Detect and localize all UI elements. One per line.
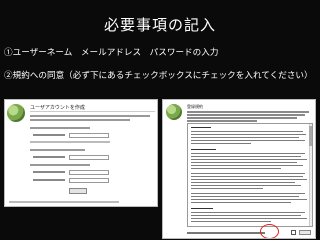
terms-line bbox=[191, 143, 251, 145]
description-line bbox=[30, 115, 150, 117]
terms-heading bbox=[191, 149, 216, 151]
agree-submit-button[interactable] bbox=[299, 230, 311, 235]
terms-line bbox=[191, 182, 295, 184]
step-2-text: ②規約への同意（必ず下にあるチェックボックスにチェックを入れてください） bbox=[4, 71, 313, 81]
terms-line bbox=[191, 176, 303, 178]
terms-heading bbox=[191, 127, 211, 129]
terms-line bbox=[191, 153, 305, 155]
terms-line bbox=[191, 179, 307, 181]
agree-checkbox[interactable] bbox=[291, 230, 296, 235]
intro-line bbox=[187, 114, 305, 116]
username-input[interactable] bbox=[69, 133, 109, 138]
checkbox-highlight-circle bbox=[260, 224, 279, 238]
account-form-screenshot: ユーザアカウントを作成 bbox=[4, 99, 158, 207]
terms-line bbox=[191, 173, 305, 175]
site-logo-icon bbox=[7, 104, 25, 122]
terms-line bbox=[191, 196, 299, 198]
agree-row bbox=[187, 230, 313, 236]
site-logo-icon bbox=[166, 104, 182, 120]
terms-screenshot: 登録規約 bbox=[162, 99, 316, 239]
username-label bbox=[33, 134, 65, 136]
terms-line bbox=[191, 185, 301, 187]
terms-line bbox=[191, 156, 301, 158]
terms-line bbox=[191, 215, 301, 217]
password-input[interactable] bbox=[69, 170, 109, 175]
terms-line bbox=[191, 131, 303, 133]
section-heading bbox=[30, 127, 90, 129]
email-input[interactable] bbox=[69, 155, 109, 160]
description-line bbox=[30, 119, 130, 121]
terms-line bbox=[191, 188, 263, 190]
terms-line bbox=[191, 221, 271, 223]
step-1-text: ①ユーザーネーム メールアドレス パスワードの入力 bbox=[4, 48, 219, 58]
terms-line bbox=[191, 159, 307, 161]
terms-line bbox=[191, 193, 305, 195]
scrollbar-thumb[interactable] bbox=[309, 126, 312, 146]
terms-title: 登録規約 bbox=[187, 104, 203, 109]
terms-text-box[interactable] bbox=[187, 123, 313, 227]
section-heading bbox=[30, 149, 85, 151]
password-label bbox=[33, 171, 65, 173]
terms-line bbox=[191, 137, 299, 139]
intro-line bbox=[187, 120, 257, 122]
terms-line bbox=[191, 202, 291, 204]
terms-line bbox=[191, 212, 305, 214]
form-title: ユーザアカウントを作成 bbox=[30, 105, 85, 111]
terms-line bbox=[191, 168, 281, 170]
intro-line bbox=[187, 117, 297, 119]
email-label bbox=[33, 156, 65, 158]
submit-button[interactable] bbox=[69, 188, 87, 194]
terms-line bbox=[191, 140, 305, 142]
terms-line bbox=[191, 165, 303, 167]
footer-line bbox=[9, 201, 119, 203]
terms-line bbox=[191, 134, 306, 136]
helper-line bbox=[30, 141, 110, 143]
terms-line bbox=[191, 218, 307, 220]
agree-label bbox=[187, 232, 265, 234]
divider bbox=[30, 111, 155, 112]
intro-line bbox=[187, 111, 309, 113]
terms-line bbox=[191, 162, 297, 164]
terms-heading bbox=[191, 208, 213, 210]
password-confirm-label bbox=[33, 179, 65, 181]
section-heading bbox=[30, 164, 90, 166]
password-confirm-input[interactable] bbox=[69, 178, 109, 183]
terms-line bbox=[191, 199, 307, 201]
slide-title: 必要事項の記入 bbox=[103, 16, 216, 34]
